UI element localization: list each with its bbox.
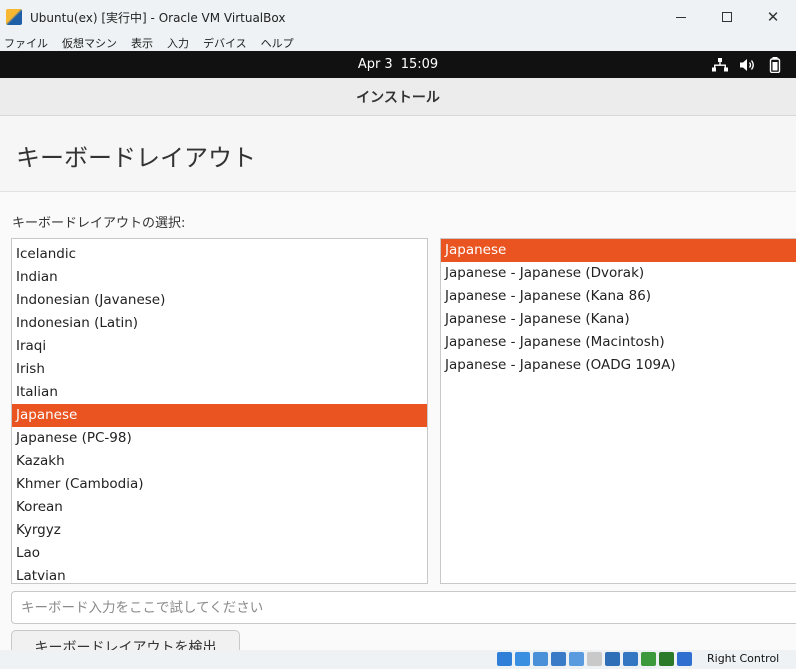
clock-time: 15:09: [400, 57, 439, 72]
shared-folders-icon[interactable]: [587, 652, 602, 666]
keyboard-test-input[interactable]: [11, 591, 796, 624]
menu-view[interactable]: 表示: [131, 35, 153, 51]
clock-date: Apr 3: [357, 57, 393, 72]
layout-item-iraqi[interactable]: Iraqi: [12, 335, 427, 358]
variant-list[interactable]: Japanese Japanese - Japanese (Dvorak) Ja…: [440, 238, 796, 584]
menu-devices[interactable]: デバイス: [203, 35, 247, 51]
menu-input[interactable]: 入力: [167, 35, 189, 51]
layout-item-lao[interactable]: Lao: [12, 542, 427, 565]
detect-layout-button[interactable]: キーボードレイアウトを検出: [11, 630, 240, 650]
page-heading-area: キーボードレイアウト: [0, 116, 796, 192]
video-capture-icon[interactable]: [623, 652, 638, 666]
virtualbox-logo-icon: [6, 9, 22, 25]
layout-item-indian[interactable]: Indian: [12, 266, 427, 289]
close-button[interactable]: ✕: [750, 0, 796, 34]
layout-item-italian[interactable]: Italian: [12, 381, 427, 404]
minimize-button[interactable]: [658, 0, 704, 34]
variant-item-kana86[interactable]: Japanese - Japanese (Kana 86): [441, 285, 796, 308]
close-icon: ✕: [766, 8, 780, 26]
variant-item-kana[interactable]: Japanese - Japanese (Kana): [441, 308, 796, 331]
variant-item-macintosh[interactable]: Japanese - Japanese (Macintosh): [441, 331, 796, 354]
page-title: キーボードレイアウト: [16, 144, 256, 172]
menu-file[interactable]: ファイル: [4, 35, 48, 51]
layout-item-latvian[interactable]: Latvian: [12, 565, 427, 583]
keyboard-capture-icon[interactable]: [677, 652, 692, 666]
window-title: Ubuntu(ex) [実行中] - Oracle VM VirtualBox: [30, 10, 286, 25]
layout-select-label: キーボードレイアウトの選択:: [12, 216, 186, 231]
mouse-integration-icon[interactable]: [641, 652, 656, 666]
layout-item-indonesian-latin[interactable]: Indonesian (Latin): [12, 312, 427, 335]
optical-disc-icon[interactable]: [515, 652, 530, 666]
layout-item-icelandic[interactable]: Icelandic: [12, 243, 427, 266]
guest-additions-icon[interactable]: [659, 652, 674, 666]
layout-item-japanese[interactable]: Japanese: [12, 404, 427, 427]
layout-item-korean[interactable]: Korean: [12, 496, 427, 519]
gnome-top-bar: Apr 3 15:09: [0, 51, 796, 78]
vbox-menubar: ファイル 仮想マシン 表示 入力 デバイス ヘルプ: [0, 34, 796, 51]
hdd-icon[interactable]: [497, 652, 512, 666]
layout-item-kazakh[interactable]: Kazakh: [12, 450, 427, 473]
battery-icon: [769, 56, 781, 73]
installer-window: インストール キーボードレイアウト キーボードレイアウトの選択: Iceland…: [0, 78, 796, 650]
vbox-statusbar: Right Control: [0, 650, 796, 669]
layout-item-indonesian-javanese[interactable]: Indonesian (Javanese): [12, 289, 427, 312]
variant-item-japanese[interactable]: Japanese: [441, 239, 796, 262]
layout-item-japanese-pc98[interactable]: Japanese (PC-98): [12, 427, 427, 450]
menu-machine[interactable]: 仮想マシン: [62, 35, 117, 51]
installer-header: インストール: [0, 78, 796, 116]
maximize-icon: [722, 12, 732, 22]
status-icons: [497, 652, 692, 666]
system-tray[interactable]: [712, 51, 782, 78]
usb-icon[interactable]: [569, 652, 584, 666]
volume-icon: [740, 58, 754, 71]
installer-title: インストール: [356, 89, 440, 106]
menu-help[interactable]: ヘルプ: [261, 35, 294, 51]
variant-item-oadg109a[interactable]: Japanese - Japanese (OADG 109A): [441, 354, 796, 377]
network-wired-icon: [712, 57, 728, 71]
layout-item-irish[interactable]: Irish: [12, 358, 427, 381]
window-controls: ✕: [658, 0, 796, 34]
minimize-icon: [676, 16, 686, 18]
audio-icon[interactable]: [533, 652, 548, 666]
maximize-button[interactable]: [704, 0, 750, 34]
display-icon[interactable]: [605, 652, 620, 666]
layout-list[interactable]: Icelandic Indian Indonesian (Javanese) I…: [11, 238, 428, 584]
host-key-label: Right Control: [707, 652, 780, 665]
layout-item-khmer[interactable]: Khmer (Cambodia): [12, 473, 427, 496]
vbox-titlebar: Ubuntu(ex) [実行中] - Oracle VM VirtualBox …: [0, 0, 796, 34]
layout-item-kyrgyz[interactable]: Kyrgyz: [12, 519, 427, 542]
network-icon[interactable]: [551, 652, 566, 666]
clock[interactable]: Apr 3 15:09: [0, 51, 796, 78]
variant-item-dvorak[interactable]: Japanese - Japanese (Dvorak): [441, 262, 796, 285]
